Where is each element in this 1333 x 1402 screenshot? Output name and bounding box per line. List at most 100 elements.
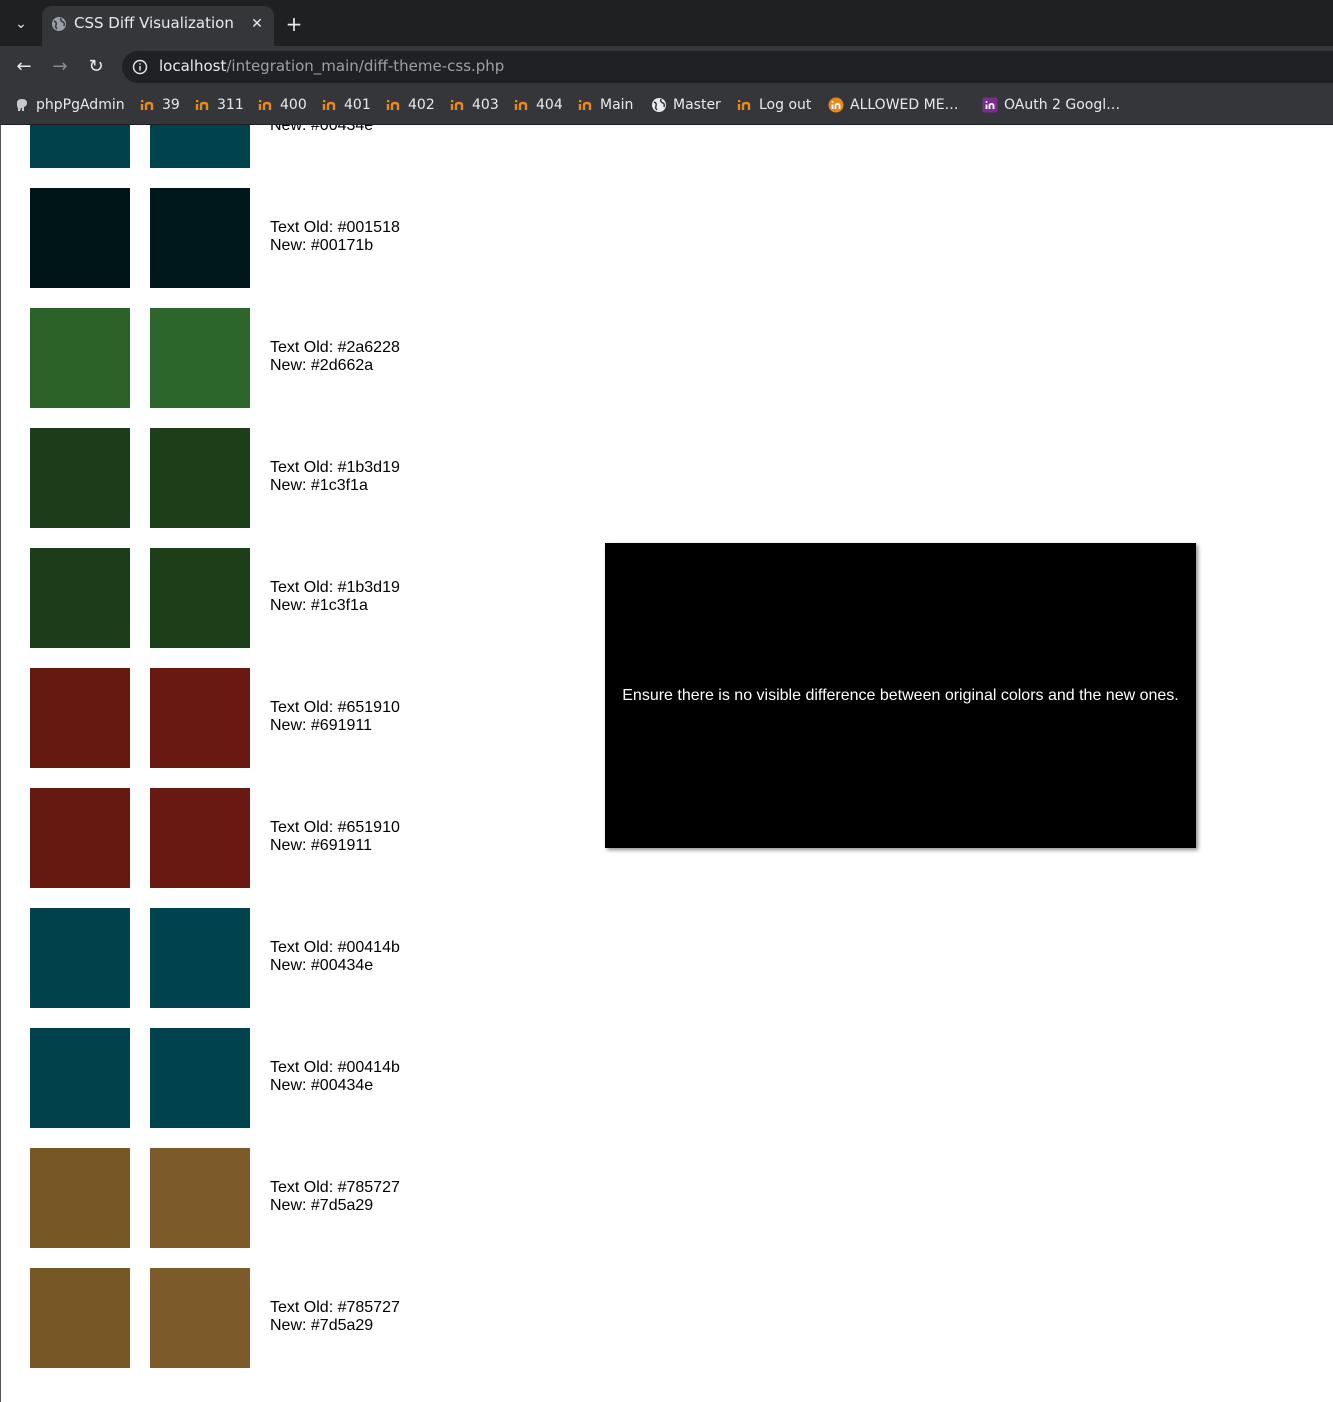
color-label: Text Old: #001518 New: #00171b <box>270 219 400 255</box>
old-color-text: Text Old: #785727 <box>270 1299 400 1316</box>
bookmark-label: 402 <box>408 97 435 113</box>
in-icon <box>140 100 154 110</box>
in-icon <box>258 100 272 110</box>
color-row: Text Old: #1b3d19 New: #1c3f1a <box>30 548 630 648</box>
bookmarks-bar: phpPgAdmin 39 311 400 401 402 403 404 Ma… <box>0 88 1333 125</box>
in-icon <box>737 100 751 110</box>
old-color-swatch <box>30 548 130 648</box>
info-icon[interactable] <box>132 59 148 75</box>
new-color-text: New: #691911 <box>270 717 372 734</box>
old-color-text: Text Old: #651910 <box>270 699 400 716</box>
new-color-text: New: #00434e <box>270 957 374 974</box>
bookmark-main[interactable]: Main <box>578 95 633 115</box>
elephant-icon <box>17 99 27 111</box>
color-row: Text Old: #785727 New: #7d5a29 <box>30 1268 630 1368</box>
old-color-text: Text Old: #2a6228 <box>270 339 400 356</box>
color-label: Text Old: #785727 New: #7d5a29 <box>270 1179 400 1215</box>
close-icon[interactable]: ✕ <box>248 15 266 33</box>
old-color-swatch <box>30 1268 130 1368</box>
bookmark-label: Log out <box>759 97 812 113</box>
in-circle-icon <box>828 97 844 113</box>
address-bar[interactable]: localhost/integration_main/diff-theme-cs… <box>122 51 1333 83</box>
old-color-text: Text Old: #00414b <box>270 1059 400 1076</box>
bookmark-404[interactable]: 404 <box>514 95 563 115</box>
color-row: Text Old: #651910 New: #691911 <box>30 668 630 768</box>
new-color-text: New: #00434e <box>270 125 374 134</box>
new-color-swatch <box>150 908 250 1008</box>
in-icon <box>578 100 592 110</box>
in-icon <box>514 100 528 110</box>
old-color-text: Text Old: #785727 <box>270 1179 400 1196</box>
tab-active[interactable]: CSS Diff Visualization ✕ <box>42 6 274 46</box>
old-color-swatch <box>30 788 130 888</box>
plus-icon[interactable]: + <box>282 12 306 36</box>
new-color-swatch <box>150 428 250 528</box>
color-label: Text Old: #2a6228 New: #2d662a <box>270 339 400 375</box>
color-label: Text Old: #00414b New: #00434e <box>270 939 400 975</box>
old-color-text: Text Old: #001518 <box>270 219 400 236</box>
bookmark-label: Master <box>673 97 721 113</box>
color-label: Text Old: #1b3d19 New: #1c3f1a <box>270 579 400 615</box>
bookmark-oauth2-google[interactable]: OAuth 2 Googl… <box>982 95 1120 115</box>
old-color-swatch <box>30 188 130 288</box>
bookmark-label: OAuth 2 Googl… <box>1004 97 1121 113</box>
notice-text: Ensure there is no visible difference be… <box>622 686 1179 704</box>
toolbar: ← → ↻ localhost/integration_main/diff-th… <box>0 46 1333 88</box>
old-color-text: Text Old: #1b3d19 <box>270 459 400 476</box>
old-color-swatch <box>30 428 130 528</box>
bookmark-400[interactable]: 400 <box>258 95 307 115</box>
new-color-swatch <box>150 788 250 888</box>
new-color-text: New: #691911 <box>270 837 372 854</box>
in-icon <box>386 100 400 110</box>
tab-title: CSS Diff Visualization <box>74 14 234 32</box>
bookmark-39[interactable]: 39 <box>140 95 180 115</box>
bookmark-402[interactable]: 402 <box>386 95 435 115</box>
color-row-partial: New: #00434e <box>30 125 630 168</box>
url-text: localhost/integration_main/diff-theme-cs… <box>159 57 504 75</box>
globe-icon <box>652 98 666 112</box>
color-row: Text Old: #2a6228 New: #2d662a <box>30 308 630 408</box>
reload-icon[interactable]: ↻ <box>84 55 108 79</box>
color-row: Text Old: #1b3d19 New: #1c3f1a <box>30 428 630 528</box>
bookmark-master[interactable]: Master <box>651 95 721 115</box>
bookmark-label: Main <box>600 97 634 113</box>
arrow-left-icon[interactable]: ← <box>12 55 36 79</box>
color-label: Text Old: #651910 New: #691911 <box>270 819 400 855</box>
in-purple-icon <box>982 97 998 113</box>
bookmark-311[interactable]: 311 <box>195 95 244 115</box>
in-icon <box>450 100 464 110</box>
notice-box: Ensure there is no visible difference be… <box>605 543 1196 848</box>
color-row: Text Old: #785727 New: #7d5a29 <box>30 1148 630 1248</box>
bookmark-label: 404 <box>536 97 563 113</box>
bookmark-phppgadmin[interactable]: phpPgAdmin <box>14 95 125 115</box>
bookmark-allowed-me[interactable]: ALLOWED ME… <box>828 95 959 115</box>
color-row: Text Old: #00414b New: #00434e <box>30 1028 630 1128</box>
new-color-text: New: #7d5a29 <box>270 1317 374 1334</box>
old-color-text: Text Old: #1b3d19 <box>270 579 400 596</box>
bookmark-label: ALLOWED ME… <box>850 97 959 113</box>
bookmark-label: 400 <box>280 97 307 113</box>
new-color-text: New: #1c3f1a <box>270 597 368 614</box>
color-row: Text Old: #00414b New: #00434e <box>30 908 630 1008</box>
bookmark-401[interactable]: 401 <box>322 95 371 115</box>
old-color-swatch <box>30 1148 130 1248</box>
color-label: Text Old: #1b3d19 New: #1c3f1a <box>270 459 400 495</box>
old-color-swatch <box>30 1028 130 1128</box>
new-color-swatch <box>150 548 250 648</box>
color-label: Text Old: #651910 New: #691911 <box>270 699 400 735</box>
new-color-text: New: #2d662a <box>270 357 374 374</box>
bookmark-403[interactable]: 403 <box>450 95 499 115</box>
new-color-text: New: #00171b <box>270 237 374 254</box>
new-color-swatch <box>150 125 250 168</box>
old-color-swatch <box>30 125 130 168</box>
chevron-down-icon[interactable]: ⌄ <box>10 14 32 34</box>
new-color-text: New: #7d5a29 <box>270 1197 374 1214</box>
new-color-swatch <box>150 1148 250 1248</box>
old-color-swatch <box>30 908 130 1008</box>
arrow-right-icon[interactable]: → <box>48 55 72 79</box>
new-color-swatch <box>150 1028 250 1128</box>
old-color-text: Text Old: #00414b <box>270 939 400 956</box>
color-label: Text Old: #00414b New: #00434e <box>270 1059 400 1095</box>
bookmark-log-out[interactable]: Log out <box>737 95 811 115</box>
bookmark-label: 39 <box>162 97 180 113</box>
